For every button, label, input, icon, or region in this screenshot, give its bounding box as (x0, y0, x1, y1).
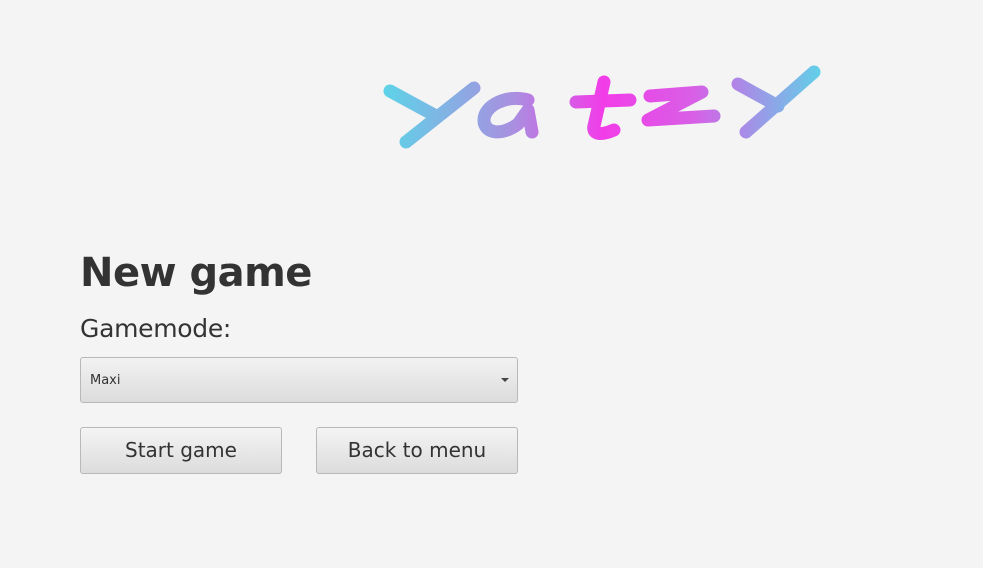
start-game-button[interactable]: Start game (80, 427, 282, 474)
gamemode-selected-value: Maxi (90, 373, 121, 388)
gamemode-label: Gamemode: (80, 314, 232, 343)
back-to-menu-button[interactable]: Back to menu (316, 427, 518, 474)
app-window: New game Gamemode: Maxi Start game Back … (0, 0, 983, 568)
gamemode-dropdown[interactable]: Maxi (80, 357, 518, 403)
yatzy-logo-graphic (383, 65, 821, 149)
chevron-down-icon (501, 378, 509, 382)
yatzy-logo (378, 58, 828, 158)
page-title: New game (80, 250, 312, 296)
